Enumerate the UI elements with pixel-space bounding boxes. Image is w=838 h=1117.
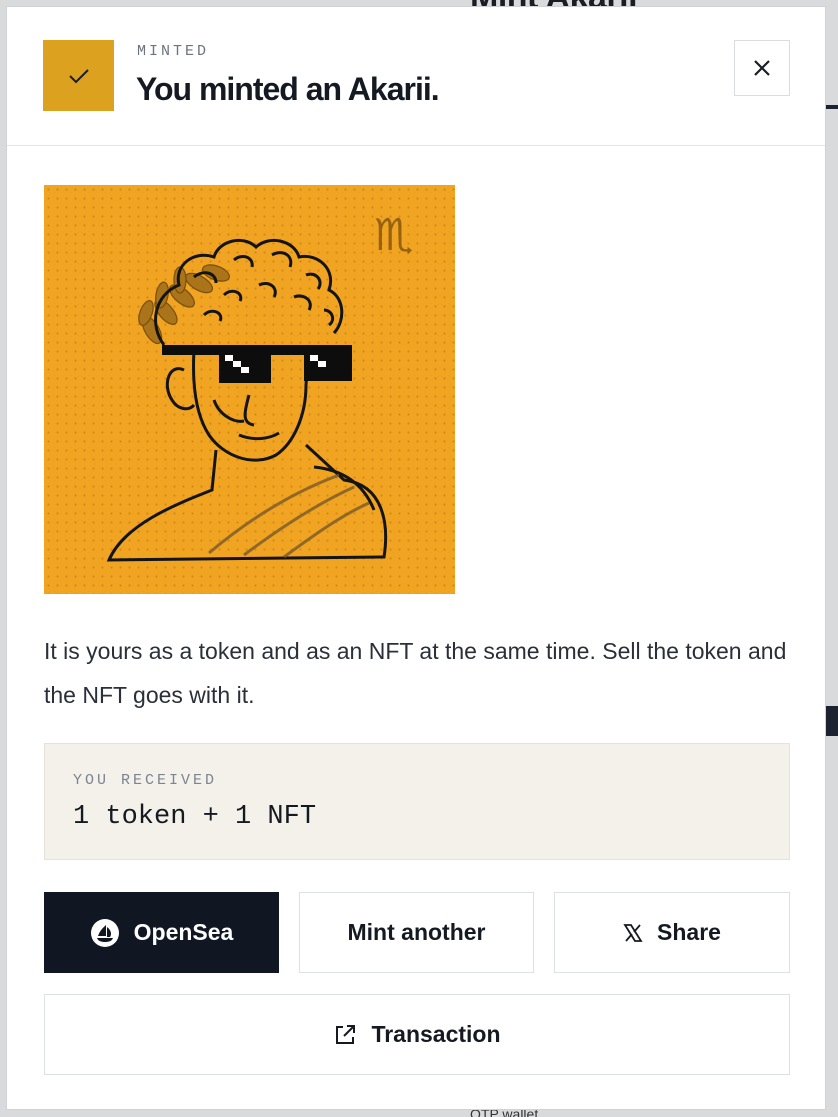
mint-another-button[interactable]: Mint another [299, 892, 534, 973]
check-icon [43, 40, 114, 111]
mint-another-label: Mint another [347, 919, 486, 945]
opensea-button[interactable]: OpenSea [44, 892, 279, 973]
modal-header: MINTED You minted an Akarii. [7, 7, 825, 146]
external-link-icon [333, 1023, 357, 1047]
pixel-sunglasses [162, 345, 352, 383]
modal-title: You minted an Akarii. [136, 71, 440, 107]
close-icon [753, 59, 771, 77]
background-divider [826, 105, 838, 109]
shoulders [106, 443, 388, 562]
toga-drape [208, 473, 370, 559]
close-button[interactable] [734, 40, 790, 96]
x-logo-icon [623, 923, 643, 943]
opensea-label: OpenSea [133, 919, 234, 945]
share-button[interactable]: Share [554, 892, 790, 973]
transaction-label: Transaction [371, 1021, 501, 1047]
modal-kicker: MINTED [137, 43, 210, 60]
zodiac-symbol: ♏ [374, 210, 413, 261]
mint-success-modal: MINTED You minted an Akarii. ♏ It is you… [6, 6, 826, 1110]
background-dark-block [826, 706, 838, 736]
share-label: Share [657, 919, 721, 945]
nft-description: It is yours as a token and as an NFT at … [44, 638, 787, 708]
received-panel: YOU RECEIVED 1 token + 1 NFT [44, 743, 790, 860]
opensea-icon [90, 918, 120, 948]
laurel-wreath [138, 264, 230, 345]
received-value: 1 token + 1 NFT [73, 802, 317, 832]
nft-image: ♏ [44, 185, 455, 594]
received-label: YOU RECEIVED [73, 772, 218, 789]
transaction-button[interactable]: Transaction [44, 994, 790, 1075]
